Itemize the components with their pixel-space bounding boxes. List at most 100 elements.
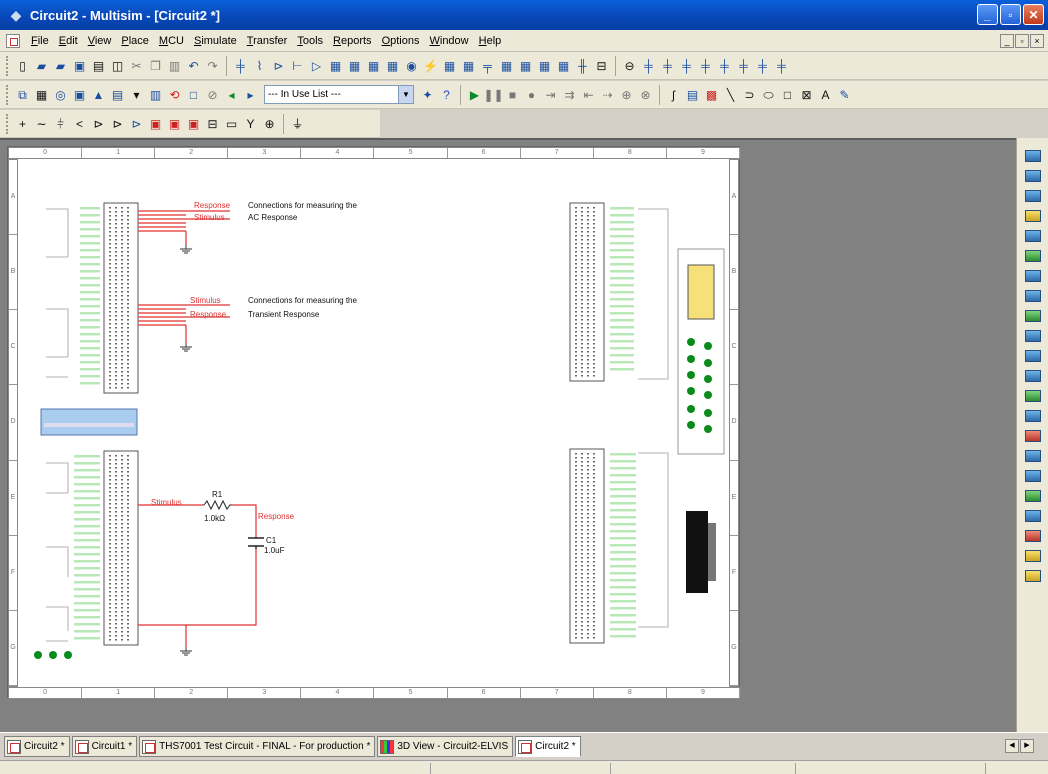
ladder-counter-icon[interactable]: ╪: [678, 57, 695, 74]
place-connector-icon[interactable]: ⊟: [593, 57, 610, 74]
four-channel-scope-icon[interactable]: [1023, 227, 1043, 244]
menu-tools[interactable]: Tools: [292, 30, 328, 52]
elvis-board-panel[interactable]: [677, 248, 725, 455]
minimize-button[interactable]: _: [977, 4, 998, 25]
tab-ths7001[interactable]: THS7001 Test Circuit - FINAL - For produ…: [139, 736, 376, 757]
tektronix-scope-icon[interactable]: [1023, 487, 1043, 504]
ladder-rung-icon[interactable]: ╪: [735, 57, 752, 74]
ladder-icon[interactable]: ⊖: [621, 57, 638, 74]
mcu-component-icon[interactable]: ▦: [536, 57, 553, 74]
step-over-icon[interactable]: ⇉: [561, 86, 578, 103]
toolbar-grip[interactable]: [6, 113, 9, 134]
step-into-icon[interactable]: ⇥: [542, 86, 559, 103]
ttl-component-icon[interactable]: ▦: [327, 57, 344, 74]
elvis-instrument-icon[interactable]: [1023, 567, 1043, 584]
bus-icon[interactable]: ╫: [574, 57, 591, 74]
rf-component-icon[interactable]: ╤: [479, 57, 496, 74]
logic-converter-icon[interactable]: [1023, 327, 1043, 344]
redo-icon[interactable]: ↷: [204, 57, 221, 74]
place-hb-connector-icon[interactable]: ⊳: [90, 115, 107, 132]
copy-icon[interactable]: ❐: [147, 57, 164, 74]
ladder-io-icon[interactable]: ╪: [640, 57, 657, 74]
agilent-multimeter-icon[interactable]: [1023, 447, 1043, 464]
indicator-component-icon[interactable]: ◉: [403, 57, 420, 74]
menu-mcu[interactable]: MCU: [154, 30, 189, 52]
analog-component-icon[interactable]: ▷: [308, 57, 325, 74]
electromechanical-icon[interactable]: ▦: [498, 57, 515, 74]
pause-at-next-icon[interactable]: ●: [523, 86, 540, 103]
dropdown-arrow-icon[interactable]: ▾: [128, 86, 145, 103]
analyses-icon[interactable]: ▤: [109, 86, 126, 103]
replace-by-subcircuit-icon[interactable]: ▣: [166, 115, 183, 132]
resistor-r1[interactable]: [203, 499, 232, 511]
mdi-close-button[interactable]: ×: [1030, 34, 1044, 48]
function-generator-icon[interactable]: [1023, 167, 1043, 184]
place-offpage-icon[interactable]: <: [71, 115, 88, 132]
back-annotate-icon[interactable]: ⟲: [166, 86, 183, 103]
menu-place[interactable]: Place: [116, 30, 154, 52]
ladder-relay-icon[interactable]: ╪: [659, 57, 676, 74]
menu-transfer[interactable]: Transfer: [242, 30, 293, 52]
capacitor-c1[interactable]: [248, 537, 264, 549]
rectangle-icon[interactable]: □: [779, 86, 796, 103]
misc-digital-icon[interactable]: ▦: [365, 57, 382, 74]
tab-circuit1[interactable]: Circuit1 *: [71, 736, 138, 757]
spectrum-analyzer-icon[interactable]: [1023, 387, 1043, 404]
mixed-component-icon[interactable]: ▦: [384, 57, 401, 74]
menu-reports[interactable]: Reports: [328, 30, 377, 52]
probe-icon[interactable]: ʃ: [665, 86, 682, 103]
network-analyzer-icon[interactable]: [1023, 407, 1043, 424]
place-port-icon[interactable]: ⊕: [261, 115, 278, 132]
place-hierarchical-block-icon[interactable]: ⊳: [128, 115, 145, 132]
text-tool-icon[interactable]: A: [817, 86, 834, 103]
current-probe-icon[interactable]: [1023, 547, 1043, 564]
misc-component-icon[interactable]: ▦: [441, 57, 458, 74]
ni-component-icon[interactable]: ▦: [517, 57, 534, 74]
tab-scroll-left-icon[interactable]: ◀: [1005, 739, 1019, 753]
power-component-icon[interactable]: ⚡: [422, 57, 439, 74]
design-toolbox-icon[interactable]: ⧉: [14, 86, 31, 103]
ellipse-icon[interactable]: ⬭: [760, 86, 777, 103]
print-icon[interactable]: ▤: [90, 57, 107, 74]
document-icon[interactable]: [6, 33, 20, 48]
close-button[interactable]: ✕: [1023, 4, 1044, 25]
menu-help[interactable]: Help: [474, 30, 507, 52]
place-title-block-icon[interactable]: ▩: [703, 86, 720, 103]
multisim-app-icon[interactable]: ◆: [6, 5, 26, 25]
place-io-connector-icon[interactable]: ⊳: [109, 115, 126, 132]
schematic-sheet[interactable]: 0 1 2 3 4 5 6 7 8 9 0 1 2 3 4 5 6 7 8 9 …: [7, 146, 741, 699]
iv-analyzer-icon[interactable]: [1023, 347, 1043, 364]
bus-vector-connect-icon[interactable]: ⊟: [204, 115, 221, 132]
size-grip-icon[interactable]: [985, 763, 1045, 774]
measurement-probe-icon[interactable]: [1023, 527, 1043, 544]
source-component-icon[interactable]: ╪: [232, 57, 249, 74]
stop-simulation-icon[interactable]: ■: [504, 86, 521, 103]
rc-circuit-wiring[interactable]: [138, 504, 257, 647]
comment-icon[interactable]: ✎: [836, 86, 853, 103]
database-manager-icon[interactable]: ◎: [52, 86, 69, 103]
toolbar-grip[interactable]: [6, 55, 9, 76]
print-preview-icon[interactable]: ◫: [109, 57, 126, 74]
place-label-icon[interactable]: ▭: [223, 115, 240, 132]
cmos-component-icon[interactable]: ▦: [346, 57, 363, 74]
agilent-generator-icon[interactable]: [1023, 427, 1043, 444]
new-icon[interactable]: ▯: [14, 57, 31, 74]
wattmeter-icon[interactable]: [1023, 187, 1043, 204]
place-bus-entry-icon[interactable]: Y: [242, 115, 259, 132]
place-junction-icon[interactable]: +: [14, 115, 31, 132]
transfer-icon[interactable]: ◂: [223, 86, 240, 103]
frequency-counter-icon[interactable]: [1023, 267, 1043, 284]
component-wizard-icon[interactable]: ✦: [419, 86, 436, 103]
tab-circuit2[interactable]: Circuit2 *: [4, 736, 70, 757]
ladder-coil-icon[interactable]: ╪: [773, 57, 790, 74]
multimeter-icon[interactable]: [1023, 147, 1043, 164]
open-icon[interactable]: ▰: [33, 57, 50, 74]
advanced-peripheral-icon[interactable]: ▦: [460, 57, 477, 74]
maximize-button[interactable]: ▫: [1000, 4, 1021, 25]
place-ground-icon[interactable]: ⏚: [289, 115, 306, 132]
forward-annotate-icon[interactable]: ⊘: [204, 86, 221, 103]
bode-plotter-icon[interactable]: [1023, 247, 1043, 264]
step-out-icon[interactable]: ⇤: [580, 86, 597, 103]
oscilloscope-icon[interactable]: [1023, 207, 1043, 224]
transistor-component-icon[interactable]: ⊢: [289, 57, 306, 74]
